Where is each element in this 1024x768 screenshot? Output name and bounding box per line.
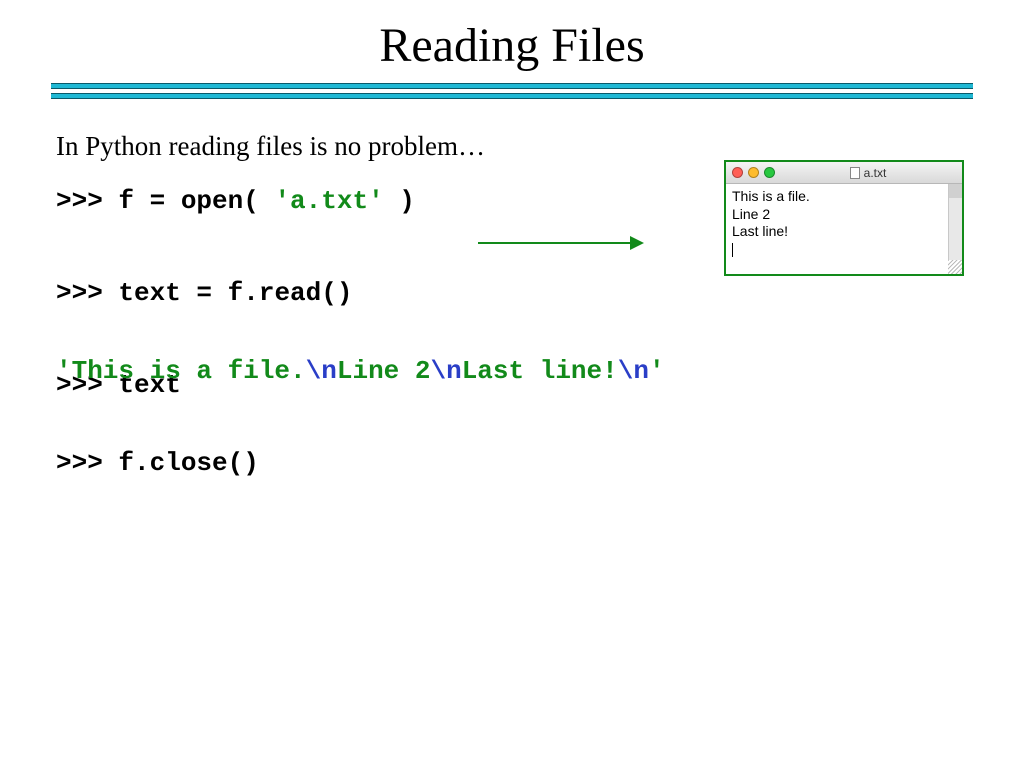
repl-output: 'This is a file.\nLine 2\nLast line!\n' <box>56 356 968 386</box>
code-line-close: >>> f.close() <box>56 448 968 478</box>
prompt: >>> <box>56 278 118 308</box>
text-cursor-icon <box>732 243 733 257</box>
code-text: text = f.read() <box>118 278 352 308</box>
arrow-icon <box>478 242 642 244</box>
close-icon <box>732 167 743 178</box>
minimize-icon <box>748 167 759 178</box>
code-text: f = open( <box>118 186 274 216</box>
escape-char: \n <box>306 356 337 386</box>
document-icon <box>850 167 860 179</box>
file-line: Line 2 <box>732 206 956 224</box>
divider-line <box>51 93 973 99</box>
code-text: f.close() <box>118 448 258 478</box>
file-body: This is a file. Line 2 Last line! <box>726 184 962 274</box>
prompt: >>> <box>56 186 118 216</box>
zoom-icon <box>764 167 775 178</box>
resize-handle-icon <box>948 260 962 274</box>
page-title: Reading Files <box>0 0 1024 83</box>
scrollbar <box>948 184 962 260</box>
slide: Reading Files In Python reading files is… <box>0 0 1024 768</box>
escape-char: \n <box>618 356 649 386</box>
escape-char: \n <box>430 356 461 386</box>
file-window: a.txt This is a file. Line 2 Last line! <box>724 160 964 276</box>
filename: a.txt <box>864 166 887 180</box>
divider <box>51 83 973 99</box>
file-line: This is a file. <box>732 188 956 206</box>
code-line-read: >>> text = f.read() <box>56 278 968 308</box>
prompt: >>> <box>56 448 118 478</box>
output-text: Last line! <box>462 356 618 386</box>
output-text: Line 2 <box>337 356 431 386</box>
titlebar: a.txt <box>726 162 962 184</box>
output-text: 'This is a file. <box>56 356 306 386</box>
divider-line <box>51 83 973 89</box>
output-text: ' <box>649 356 665 386</box>
window-title: a.txt <box>780 166 956 180</box>
string-literal: 'a.txt' <box>274 186 383 216</box>
file-line: Last line! <box>732 223 956 241</box>
code-text: ) <box>384 186 415 216</box>
intro-text: In Python reading files is no problem… <box>56 131 968 162</box>
